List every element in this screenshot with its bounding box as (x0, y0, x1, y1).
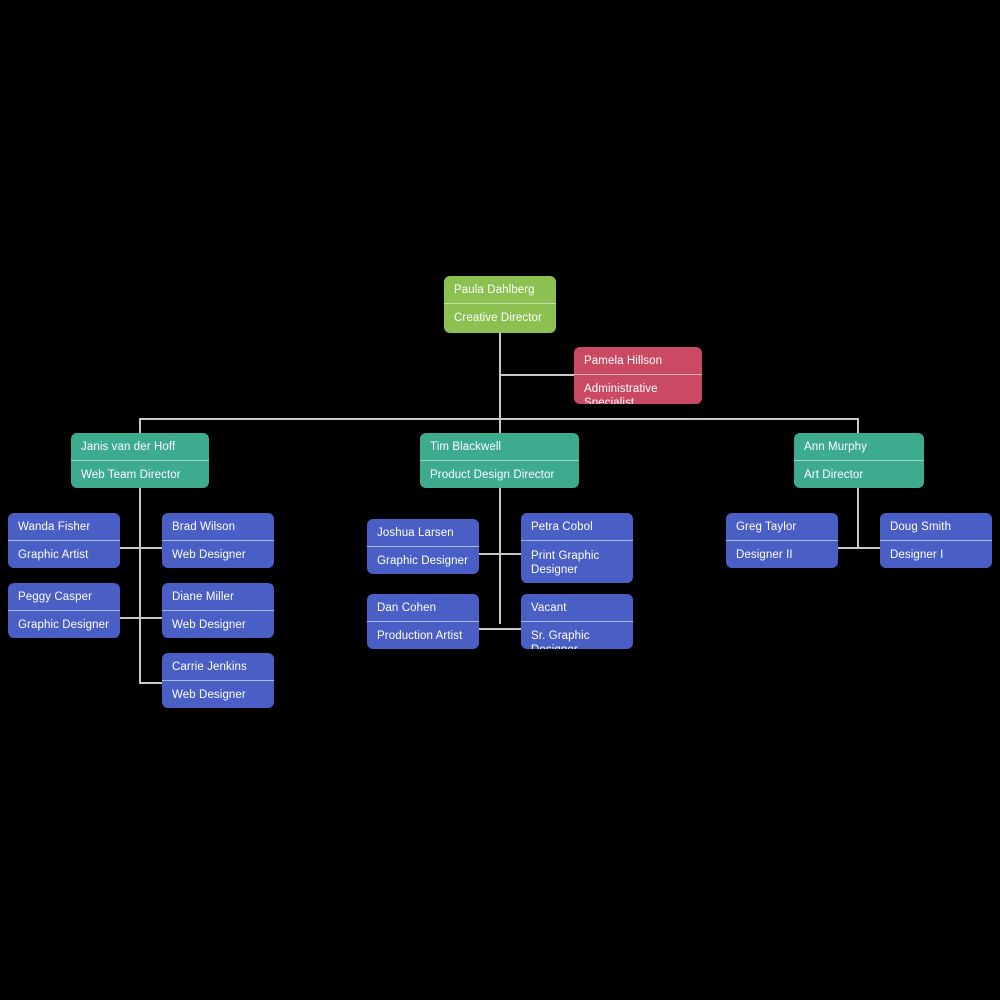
org-node-brad-wilson[interactable]: Brad Wilson Web Designer (162, 513, 274, 568)
connector-stub-art-2 (857, 547, 881, 549)
connector-stub-web-2 (139, 547, 163, 549)
connector-spine-web-team (139, 484, 141, 684)
node-title: Product Design Director (420, 460, 579, 488)
org-node-wanda-fisher[interactable]: Wanda Fisher Graphic Artist (8, 513, 120, 568)
connector-stub-prod-4 (499, 628, 523, 630)
org-node-ann-murphy[interactable]: Ann Murphy Art Director (794, 433, 924, 488)
node-name: Peggy Casper (18, 591, 93, 603)
org-node-janis-van-der-hoff[interactable]: Janis van der Hoff Web Team Director (71, 433, 209, 488)
org-node-petra-cobol[interactable]: Petra Cobol Print Graphic Designer (521, 513, 633, 583)
node-title: Graphic Artist (8, 540, 120, 568)
node-title: Creative Director (444, 303, 556, 333)
connector-stub-prod-2 (499, 553, 523, 555)
node-name: Diane Miller (172, 591, 234, 603)
node-title: Web Designer (162, 610, 274, 638)
node-name: Ann Murphy (804, 441, 868, 453)
org-node-greg-taylor[interactable]: Greg Taylor Designer II (726, 513, 838, 568)
org-node-paula-dahlberg[interactable]: Paula Dahlberg Creative Director (444, 276, 556, 333)
node-title: Print Graphic Designer (521, 540, 633, 583)
connector-stub-web-3 (119, 617, 141, 619)
node-name: Dan Cohen (377, 602, 437, 614)
org-node-carrie-jenkins[interactable]: Carrie Jenkins Web Designer (162, 653, 274, 708)
node-name: Pamela Hillson (584, 355, 663, 367)
connector-root-trunk (499, 333, 501, 420)
org-node-joshua-larsen[interactable]: Joshua Larsen Graphic Designer (367, 519, 479, 574)
node-name: Joshua Larsen (377, 527, 454, 539)
node-title: Sr. Graphic Designer (521, 621, 633, 649)
org-node-doug-smith[interactable]: Doug Smith Designer I (880, 513, 992, 568)
org-node-pamela-hillson[interactable]: Pamela Hillson Administrative Specialist (574, 347, 702, 404)
node-name: Greg Taylor (736, 521, 797, 533)
connector-root-to-assistant (499, 374, 575, 376)
connector-stub-art-1 (837, 547, 859, 549)
node-title: Graphic Designer (367, 546, 479, 574)
node-title: Designer I (880, 540, 992, 568)
node-name: Tim Blackwell (430, 441, 502, 453)
org-node-dan-cohen[interactable]: Dan Cohen Production Artist (367, 594, 479, 649)
node-name: Wanda Fisher (18, 521, 91, 533)
node-title: Designer II (726, 540, 838, 568)
org-node-peggy-casper[interactable]: Peggy Casper Graphic Designer (8, 583, 120, 638)
node-title: Art Director (794, 460, 924, 488)
connector-stub-prod-1 (478, 553, 500, 555)
node-name: Brad Wilson (172, 521, 236, 533)
node-title: Graphic Designer (8, 610, 120, 638)
connector-stub-web-1 (119, 547, 141, 549)
node-name: Vacant (531, 602, 567, 614)
connector-stub-web-4 (139, 617, 163, 619)
connector-stub-prod-3 (478, 628, 500, 630)
node-title: Web Team Director (71, 460, 209, 488)
node-title: Administrative Specialist (574, 374, 702, 404)
org-node-vacant-sr-graphic-designer[interactable]: Vacant Sr. Graphic Designer (521, 594, 633, 649)
org-node-diane-miller[interactable]: Diane Miller Web Designer (162, 583, 274, 638)
node-name: Petra Cobol (531, 521, 593, 533)
node-name: Doug Smith (890, 521, 952, 533)
org-chart-canvas: Paula Dahlberg Creative Director Pamela … (0, 0, 1000, 1000)
node-title: Web Designer (162, 680, 274, 708)
connector-spine-art (857, 484, 859, 548)
node-title: Web Designer (162, 540, 274, 568)
org-node-tim-blackwell[interactable]: Tim Blackwell Product Design Director (420, 433, 579, 488)
connector-stub-web-5 (139, 682, 163, 684)
node-name: Janis van der Hoff (81, 441, 176, 453)
node-title: Production Artist (367, 621, 479, 649)
node-name: Carrie Jenkins (172, 661, 247, 673)
node-name: Paula Dahlberg (454, 284, 535, 296)
